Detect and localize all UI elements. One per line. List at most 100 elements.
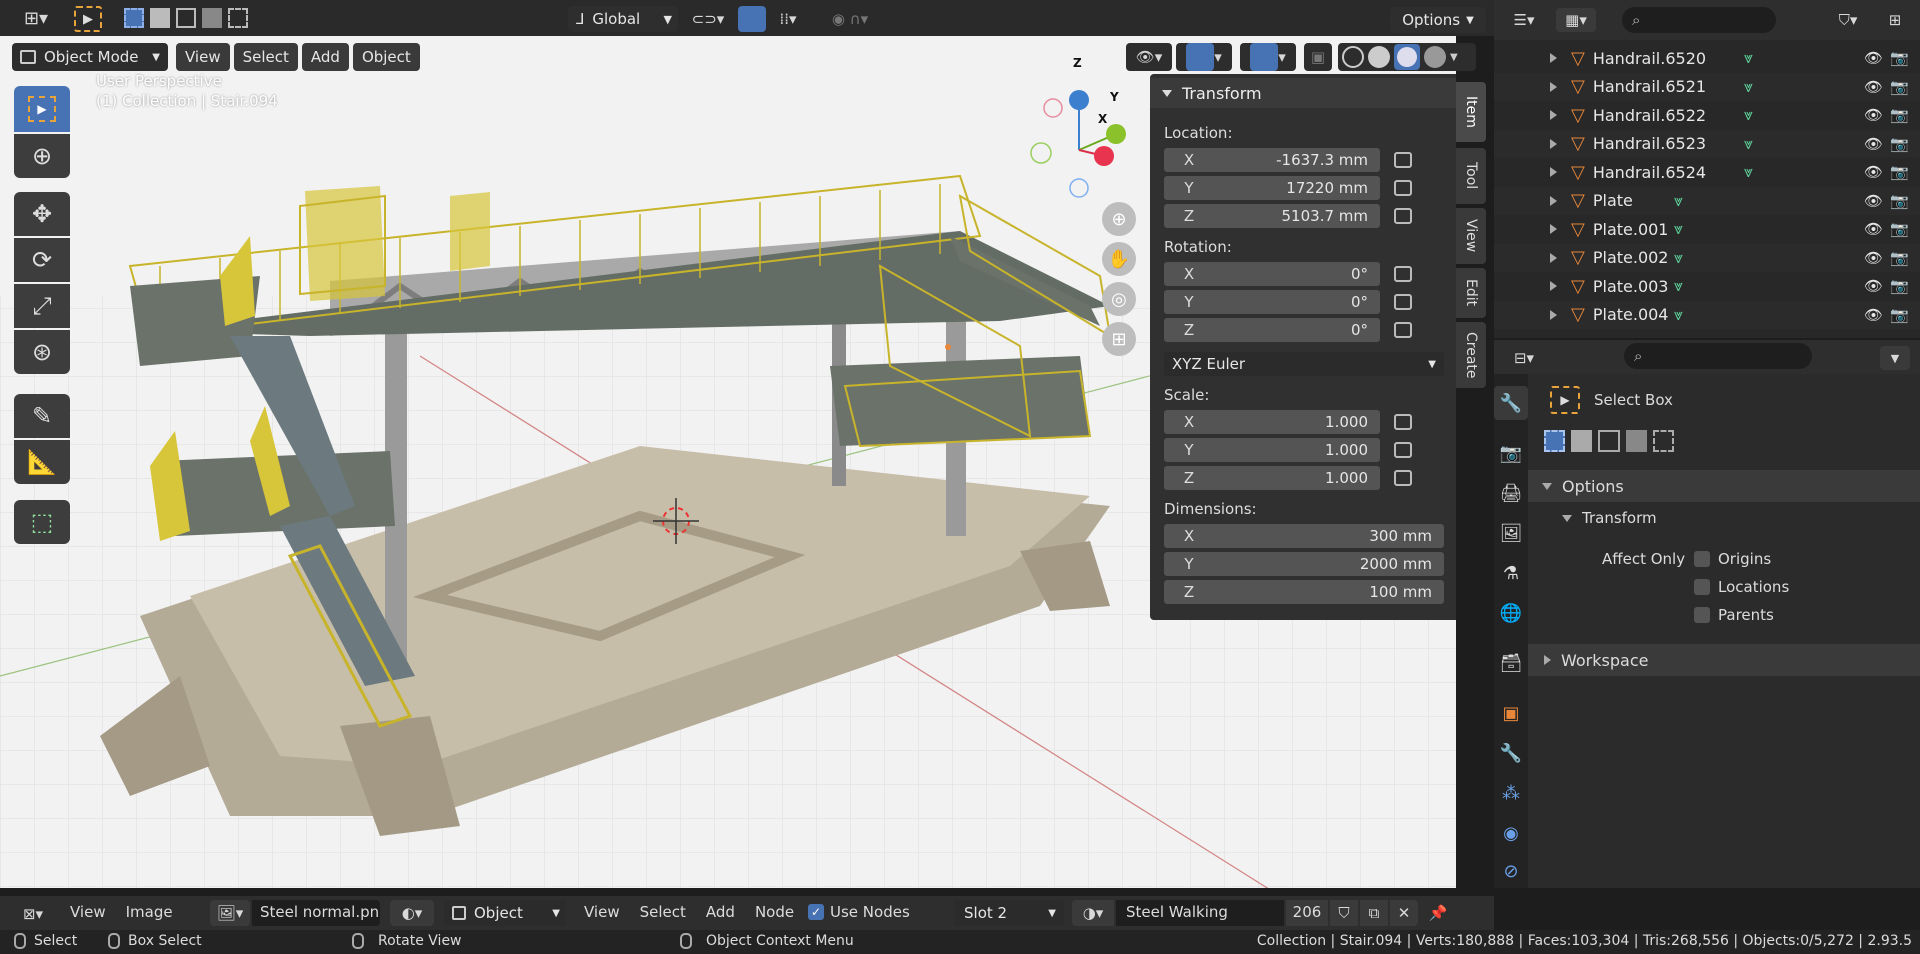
unlink-material-icon[interactable]: ✕ [1390, 900, 1418, 926]
mesh-data-icon[interactable]: ⩔ [1674, 219, 1683, 239]
rotation-z-field[interactable]: Z 0° [1164, 318, 1380, 342]
transform-tool[interactable]: ⊛ [14, 330, 70, 374]
expand-arrow-icon[interactable] [1550, 138, 1557, 149]
transform-orientation-dropdown[interactable]: ⅃ Global ▼ [568, 6, 678, 32]
tab-item[interactable]: Item [1456, 82, 1486, 142]
mesh-data-icon[interactable]: ⩔ [1674, 305, 1683, 325]
eye-icon[interactable]: 👁 [1864, 192, 1883, 210]
pivot-icon[interactable]: ⊂⊃▾ [688, 6, 728, 32]
rotation-y-field[interactable]: Y 0° [1164, 290, 1380, 314]
outliner-row[interactable]: ▽ Handrail.6520 ⩔ 👁 📷 [1494, 44, 1920, 72]
workspace-section-header[interactable]: Workspace [1528, 644, 1920, 676]
image-editor-type-icon[interactable]: ⊠▾ [14, 902, 52, 926]
transform-subsection-header[interactable]: Transform [1544, 504, 1920, 532]
pin-icon[interactable]: 📌 [1424, 900, 1452, 926]
particles-tab-icon[interactable]: ⁂ [1494, 776, 1528, 810]
solid-shading-icon[interactable] [1368, 46, 1390, 68]
tab-tool[interactable]: Tool [1456, 148, 1486, 204]
collection-tab-icon[interactable]: 🗃 [1494, 646, 1528, 680]
lock-icon[interactable] [1394, 442, 1412, 458]
outliner-row[interactable]: ▽ Handrail.6521 ⩔ 👁 📷 [1494, 72, 1920, 101]
world-tab-icon[interactable]: 🌐 [1494, 596, 1528, 630]
menu-view[interactable]: View [176, 43, 230, 71]
eye-icon[interactable]: 👁 [1864, 49, 1883, 67]
scene-tab-icon[interactable]: ⚗ [1494, 556, 1528, 590]
lock-icon[interactable] [1394, 414, 1412, 430]
outliner-row[interactable]: ▽ Plate.002 ⩔ 👁 📷 [1494, 243, 1920, 272]
eye-icon[interactable]: 👁 [1864, 306, 1883, 324]
add-cube-tool[interactable]: ⬚ [14, 500, 70, 544]
object-dropdown[interactable]: Object ▼ [444, 900, 566, 926]
mesh-data-icon[interactable]: ⩔ [1744, 134, 1753, 154]
rotate-tool[interactable]: ⟳ [14, 238, 70, 282]
image-browse-icon[interactable]: 🖼▾ [210, 900, 250, 926]
menu-object[interactable]: Object [352, 43, 420, 71]
menu-node[interactable]: Node [755, 903, 794, 921]
constraints-tab-icon[interactable]: ⊘ [1494, 856, 1528, 886]
eye-icon[interactable]: 👁 [1864, 277, 1883, 295]
physics-tab-icon[interactable]: ◉ [1494, 816, 1528, 850]
expand-arrow-icon[interactable] [1550, 110, 1557, 120]
location-z-field[interactable]: Z 5103.7 mm [1164, 204, 1380, 228]
dimensions-y-field[interactable]: Y 2000 mm [1164, 552, 1444, 576]
expand-arrow-icon[interactable] [1550, 252, 1557, 263]
mesh-data-icon[interactable]: ⩔ [1674, 191, 1683, 211]
locations-checkbox[interactable]: Locations [1694, 578, 1789, 596]
material-name-field[interactable]: Steel Walking [1116, 900, 1284, 926]
expand-arrow-icon[interactable] [1550, 281, 1557, 291]
snap-toggle-icon[interactable] [738, 6, 766, 32]
transform-panel-header[interactable]: Transform [1150, 78, 1456, 108]
tab-edit[interactable]: Edit [1456, 268, 1486, 318]
tool-tab-icon[interactable]: 🔧 [1494, 386, 1528, 420]
dimensions-x-field[interactable]: X 300 mm [1164, 524, 1444, 548]
menu-add[interactable]: Add [706, 903, 735, 921]
rotation-x-field[interactable]: X 0° [1164, 262, 1380, 286]
location-y-field[interactable]: Y 17220 mm [1164, 176, 1380, 200]
scale-tool[interactable]: ⤢ [14, 284, 70, 328]
lock-icon[interactable] [1394, 470, 1412, 486]
menu-select[interactable]: Select [640, 903, 686, 921]
modifier-tab-icon[interactable]: 🔧 [1494, 736, 1528, 770]
rendered-shading-icon[interactable] [1424, 46, 1446, 68]
outliner-row[interactable]: ▽ Handrail.6522 ⩔ 👁 📷 [1494, 101, 1920, 129]
camera-icon[interactable]: 📷 [1890, 220, 1909, 238]
outliner-row[interactable]: ▽ Plate.001 ⩔ 👁 📷 [1494, 215, 1920, 243]
mesh-data-icon[interactable]: ⩔ [1744, 162, 1753, 182]
camera-icon[interactable]: 📷 [1890, 192, 1909, 210]
properties-editor-icon[interactable]: ⊟▾ [1506, 346, 1542, 370]
properties-options-icon[interactable]: ▼ [1880, 346, 1910, 370]
scale-x-field[interactable]: X 1.000 [1164, 410, 1380, 434]
measure-tool[interactable]: 📐 [14, 440, 70, 484]
lock-icon[interactable] [1394, 152, 1412, 168]
lock-icon[interactable] [1394, 294, 1412, 310]
checkbox[interactable] [1694, 551, 1710, 567]
checkmark-icon[interactable]: ✓ [808, 904, 824, 920]
options-section-header[interactable]: Options [1528, 470, 1920, 502]
render-tab-icon[interactable]: 📷 [1494, 436, 1528, 470]
outliner-row[interactable]: ▽ Handrail.6524 ⩔ 👁 📷 [1494, 158, 1920, 186]
camera-icon[interactable]: 📷 [1890, 277, 1909, 295]
expand-arrow-icon[interactable] [1550, 309, 1557, 320]
eye-icon[interactable]: 👁 [1864, 78, 1883, 96]
menu-view[interactable]: View [70, 903, 106, 921]
menu-image[interactable]: Image [126, 903, 173, 921]
slot-dropdown[interactable]: Slot 2 ▼ [954, 900, 1064, 926]
fake-user-icon[interactable]: ⛉ [1330, 900, 1358, 926]
cursor-tool[interactable]: ⊕ [14, 134, 70, 178]
camera-icon[interactable]: 📷 [1890, 306, 1909, 324]
outliner-search-input[interactable]: ⌕ [1622, 7, 1776, 33]
location-x-field[interactable]: X -1637.3 mm [1164, 148, 1380, 172]
select-tool-icon[interactable]: ▶ [74, 6, 102, 32]
xray-toggle-icon[interactable]: ▣ [1304, 43, 1332, 71]
gizmo-toggle-icon[interactable]: ▾ [1176, 43, 1232, 71]
camera-icon[interactable]: 📷 [1890, 49, 1909, 67]
duplicate-material-icon[interactable]: ⧉ [1360, 900, 1388, 926]
outliner-row[interactable]: ▽ Plate ⩔ 👁 📷 [1494, 186, 1920, 215]
annotate-tool[interactable]: ✎ [14, 394, 70, 438]
material-users-count[interactable]: 206 [1286, 900, 1328, 926]
menu-select[interactable]: Select [233, 43, 298, 71]
tool-mode-buttons[interactable] [1544, 430, 1675, 454]
output-tab-icon[interactable]: 🖨 [1494, 476, 1528, 510]
lock-icon[interactable] [1394, 180, 1412, 196]
menu-view[interactable]: View [584, 903, 620, 921]
